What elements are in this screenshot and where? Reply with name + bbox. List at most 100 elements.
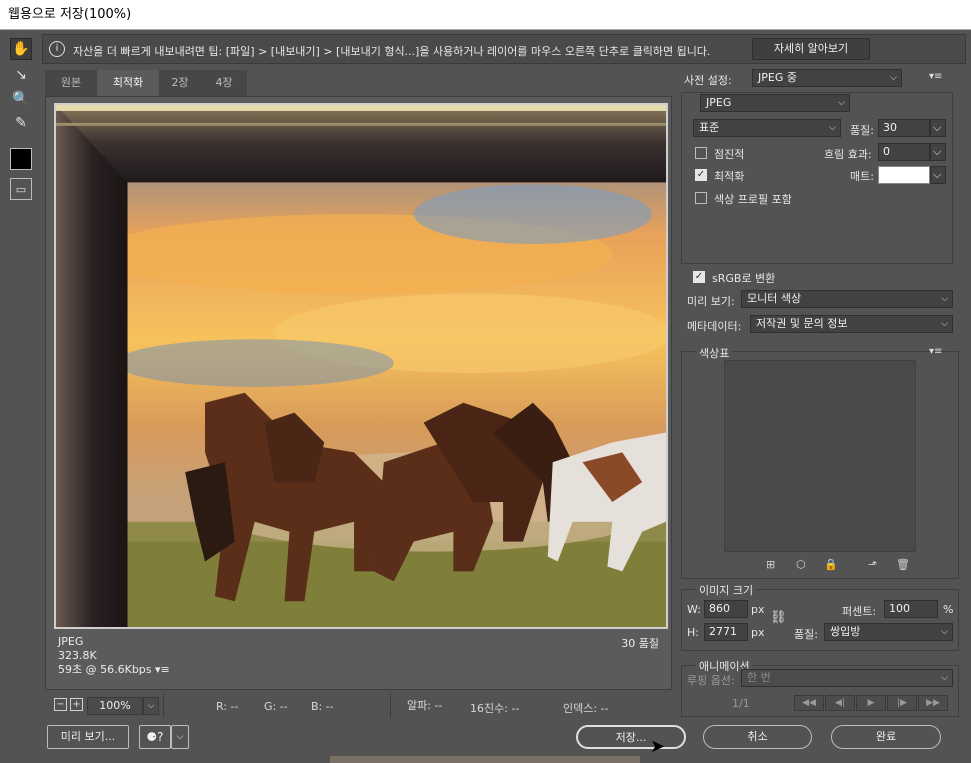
format-dropdown[interactable]: JPEG ⌵	[700, 94, 850, 112]
new-color-icon[interactable]: ⬏	[868, 558, 877, 571]
color-table-menu-icon[interactable]: ▾≡	[929, 346, 942, 357]
image-size-section	[681, 589, 959, 651]
previous-frame-button[interactable]: ◀|	[825, 695, 855, 711]
progressive-checkbox[interactable]	[695, 147, 707, 159]
percent-field[interactable]: 100	[884, 600, 938, 618]
metadata-label: 메타데이터:	[687, 320, 742, 333]
width-field[interactable]: 860	[704, 600, 748, 618]
slice-select-icon[interactable]: ↘	[10, 64, 32, 86]
mouse-cursor-icon: ➤	[650, 736, 666, 757]
browser-select-dropdown[interactable]: ⌵	[171, 725, 189, 749]
web-snap-icon[interactable]: ⊞	[766, 558, 775, 571]
zoom-level-field[interactable]: 100%	[87, 697, 143, 715]
matte-label: 매트:	[850, 170, 874, 183]
preview-label: 미리 보기:	[687, 295, 735, 308]
tab-4up[interactable]: 4장	[201, 70, 247, 96]
optimization-settings-panel: 사전 설정: JPEG 중 ⌵ ▾≡ JPEG ⌵ 표준 ⌵ 품질: 30 ⌵ 점진적…	[678, 68, 966, 718]
blur-dropdown[interactable]: ⌵	[930, 143, 946, 161]
eyedropper-color-swatch[interactable]	[10, 148, 32, 170]
preset-menu-icon[interactable]: ▾≡	[929, 71, 942, 82]
tools-panel: ✋ ↘ 🔍 ✎ ▭	[0, 30, 42, 730]
resample-quality-label: 품질:	[794, 628, 818, 641]
color-table-title: 색상표	[696, 345, 733, 361]
progressive-label: 점진적	[714, 148, 745, 161]
zoom-and-readouts-bar: − + 100% ⌵ R: -- G: -- B: -- 알파: -- 16진수…	[45, 694, 672, 718]
animation-controls: 1/1 ◀◀ ◀| ▶ |▶ ▶▶	[687, 694, 955, 712]
download-time-menu-icon[interactable]: ▾≡	[155, 663, 170, 676]
readout-alpha: 알파: --	[390, 694, 442, 718]
tab-2up[interactable]: 2장	[159, 70, 201, 96]
embed-profile-label: 색상 프로필 포함	[714, 193, 792, 206]
color-readouts: R: -- G: -- B: -- 알파: -- 16진수: -- 인덱스: -…	[163, 694, 672, 718]
embed-profile-checkbox[interactable]	[695, 192, 707, 204]
readout-g: G: --	[264, 700, 288, 713]
readout-b: B: --	[311, 700, 334, 713]
quality-field[interactable]: 30	[878, 119, 930, 137]
height-field[interactable]: 2771	[704, 623, 748, 641]
image-download-time: 59초 @ 56.6Kbps ▾≡	[58, 663, 170, 676]
quality-dropdown[interactable]: ⌵	[930, 119, 946, 137]
image-file-size: 323.8K	[58, 649, 97, 662]
metadata-dropdown[interactable]: 저작권 및 문의 정보 ⌵	[750, 315, 953, 333]
zoom-level-dropdown[interactable]: ⌵	[143, 697, 159, 715]
tip-text: 자산을 더 빠르게 내보내려면 팁: [파일] > [내보내기] > [내보내기…	[73, 45, 711, 58]
preset-label: 사전 설정:	[684, 74, 732, 87]
cancel-button[interactable]: 취소	[703, 725, 812, 749]
frame-counter: 1/1	[732, 697, 750, 710]
zoom-icon[interactable]: 🔍	[10, 88, 32, 110]
optimized-checkbox[interactable]: ✓	[695, 169, 707, 181]
zoom-in-button[interactable]: +	[70, 698, 83, 711]
blur-label: 흐림 효과:	[824, 148, 872, 161]
height-unit: px	[751, 626, 765, 639]
eyedropper-icon[interactable]: ✎	[10, 112, 32, 134]
lock-icon[interactable]: 🔒	[824, 558, 838, 571]
last-frame-button[interactable]: ▶▶	[918, 695, 948, 711]
background-strip	[330, 756, 640, 763]
next-frame-button[interactable]: |▶	[887, 695, 917, 711]
percent-unit: %	[943, 603, 954, 616]
tab-optimized[interactable]: 최적화	[97, 70, 159, 96]
learn-more-button[interactable]: 자세히 알아보기	[752, 38, 870, 60]
tip-bar: i 자산을 더 빠르게 내보내려면 팁: [파일] > [내보내기] > [내보…	[42, 34, 966, 64]
optimized-label: 최적화	[714, 170, 745, 183]
first-frame-button[interactable]: ◀◀	[794, 695, 824, 711]
optimized-image[interactable]	[54, 103, 668, 629]
matte-dropdown[interactable]: ⌵	[930, 166, 946, 184]
matte-color-swatch[interactable]	[878, 166, 930, 184]
trash-icon[interactable]: 🗑	[896, 558, 910, 571]
quality-label: 품질:	[850, 124, 874, 137]
hand-icon[interactable]: ✋	[10, 38, 32, 60]
save-button[interactable]: 저장...	[576, 725, 686, 749]
convert-srgb-checkbox[interactable]: ✓	[693, 271, 705, 283]
tab-original[interactable]: 원본	[45, 70, 97, 96]
info-icon: i	[49, 41, 65, 57]
horses-photo	[56, 105, 666, 627]
browser-preview-button[interactable]: 미리 보기...	[47, 725, 129, 749]
compression-dropdown[interactable]: 표준 ⌵	[693, 119, 841, 137]
preview-dropdown[interactable]: 모니터 색상 ⌵	[741, 290, 953, 308]
toggle-slices-icon[interactable]: ▭	[10, 178, 32, 200]
percent-label: 퍼센트:	[842, 605, 877, 618]
zoom-out-button[interactable]: −	[54, 698, 67, 711]
cube-icon[interactable]: ⬡	[796, 558, 806, 571]
save-for-web-dialog: 웹용으로 저장(100%) ✋ ↘ 🔍 ✎ ▭ i 자산을 더 빠르게 내보내려…	[0, 0, 971, 763]
width-label: W:	[687, 603, 701, 616]
constrain-proportions-icon[interactable]: ⛓	[770, 610, 787, 625]
convert-srgb-label: sRGB로 변환	[712, 272, 776, 285]
loop-options-label: 루핑 옵션:	[687, 674, 735, 687]
color-table-grid[interactable]	[724, 360, 916, 552]
image-size-title: 이미지 크기	[696, 582, 757, 598]
loop-options-dropdown[interactable]: 한 번 ⌵	[741, 669, 953, 687]
image-preview-area[interactable]: JPEG 323.8K 59초 @ 56.6Kbps ▾≡ 30 품질	[45, 96, 672, 690]
dialog-title: 웹용으로 저장(100%)	[0, 0, 971, 30]
preset-dropdown[interactable]: JPEG 중 ⌵	[752, 69, 902, 87]
play-button[interactable]: ▶	[856, 695, 886, 711]
height-label: H:	[687, 626, 699, 639]
resample-quality-dropdown[interactable]: 쌍입방 ⌵	[824, 623, 953, 641]
browser-select-icon[interactable]: ⚈?	[139, 725, 171, 749]
blur-field[interactable]: 0	[878, 143, 930, 161]
done-button[interactable]: 완료	[831, 725, 941, 749]
image-quality-label: 30 품질	[621, 637, 659, 650]
readout-r: R: --	[216, 700, 239, 713]
image-format: JPEG	[58, 635, 84, 648]
